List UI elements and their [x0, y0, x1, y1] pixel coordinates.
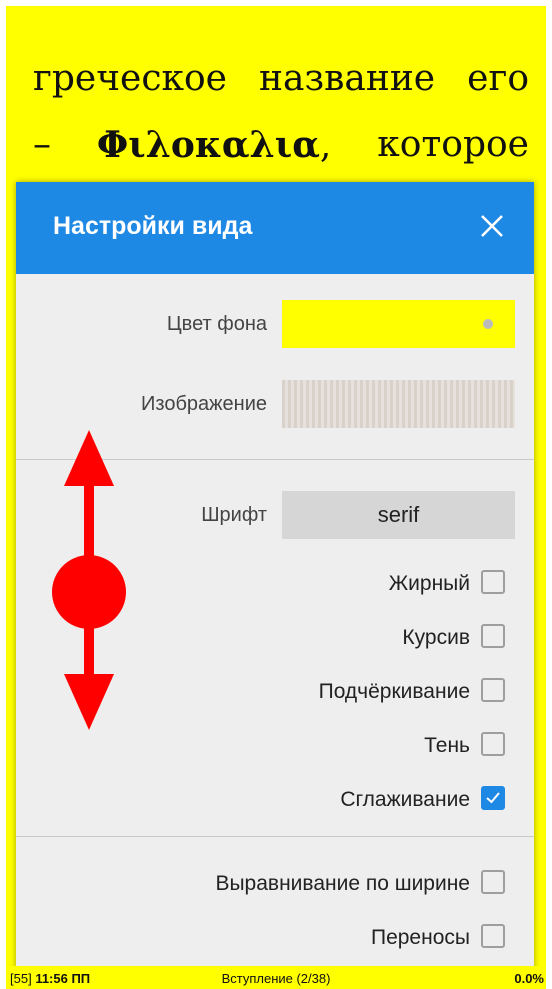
checkbox-row-hyphenation[interactable]: Переносы [16, 918, 534, 958]
chapter-title: Вступление (2/38) [221, 971, 331, 986]
checkbox-row-justify[interactable]: Выравнивание по ширине [16, 864, 534, 904]
image-picker[interactable] [282, 380, 515, 428]
progress-percent: 0.0% [514, 971, 544, 986]
checkbox-label: Сглаживание [340, 788, 470, 811]
scroll-gesture-icon [52, 430, 126, 730]
image-label: Изображение [141, 393, 267, 415]
word: которое [377, 124, 529, 165]
checkbox-label: Тень [424, 734, 470, 757]
checkbox-label: Выравнивание по ширине [215, 872, 470, 895]
close-icon [481, 215, 503, 237]
checkbox-label: Подчёркивание [318, 680, 470, 703]
word: его [467, 58, 529, 99]
bold-word-wrap: Φιλοκαλια, [97, 124, 332, 166]
text-line-1: греческое название его [33, 58, 529, 99]
font-select-button[interactable]: serif [282, 491, 515, 539]
bg-color-picker[interactable] [282, 300, 515, 348]
checkbox-label: Жирный [388, 572, 470, 595]
italic-checkbox[interactable] [481, 624, 505, 648]
underline-checkbox[interactable] [481, 678, 505, 702]
dialog-header: Настройки вида [16, 182, 534, 274]
text-line-2: – Φιλοκαλια, которое [33, 124, 529, 166]
checkbox-label: Курсив [402, 626, 470, 649]
checkmark-icon [486, 792, 500, 804]
bg-color-label: Цвет фона [166, 313, 267, 335]
comma: , [319, 125, 332, 166]
antialias-checkbox[interactable] [481, 786, 505, 810]
dash: – [33, 124, 51, 165]
word: название [259, 58, 436, 99]
close-button[interactable] [470, 204, 514, 248]
shadow-checkbox[interactable] [481, 732, 505, 756]
checkbox-label: Переносы [370, 926, 470, 949]
font-label: Шрифт [201, 504, 267, 526]
checkbox-row-antialias[interactable]: Сглаживание [16, 780, 534, 820]
status-bar: [55] 11:56 ПП Вступление (2/38) 0.0% [6, 966, 546, 989]
bold-checkbox[interactable] [481, 570, 505, 594]
word: греческое [33, 58, 227, 99]
bold-word: Φιλοκαλια [96, 124, 320, 166]
divider [16, 836, 534, 837]
hyphenation-checkbox[interactable] [481, 924, 505, 948]
dialog-title: Настройки вида [53, 212, 253, 240]
justify-checkbox[interactable] [481, 870, 505, 894]
color-dot [483, 319, 493, 329]
